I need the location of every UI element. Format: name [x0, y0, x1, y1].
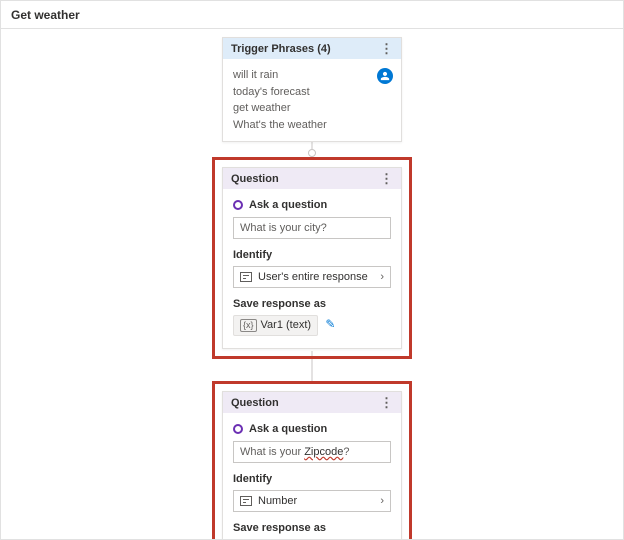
question-body: Ask a question What is your Zipcode? Ide…: [223, 413, 401, 540]
question-bullet-icon: [233, 424, 243, 434]
trigger-phrase: today's forecast: [233, 84, 391, 101]
topbar: Get weather: [1, 1, 623, 29]
more-icon[interactable]: ⋮: [380, 396, 393, 409]
question-node[interactable]: Question ⋮ Ask a question Identify User'…: [222, 167, 402, 349]
more-icon[interactable]: ⋮: [380, 172, 393, 185]
question-header-title: Question: [231, 397, 279, 409]
identify-label: Identify: [233, 473, 391, 485]
page-title: Get weather: [11, 8, 80, 22]
save-response-label: Save response as: [233, 522, 391, 534]
authoring-canvas[interactable]: + Trigger Phrases (4) ⋮ will it rain tod…: [1, 29, 623, 539]
user-icon: [377, 68, 393, 84]
question-bullet-icon: [233, 200, 243, 210]
question-text-input[interactable]: [233, 217, 391, 239]
spellcheck-word: Zipcode: [304, 446, 343, 458]
more-icon[interactable]: ⋮: [380, 42, 393, 55]
ask-question-row: Ask a question: [233, 199, 391, 211]
question-body: Ask a question Identify User's entire re…: [223, 189, 401, 348]
edit-variable-icon[interactable]: ✎: [325, 317, 335, 331]
chevron-right-icon: ›: [380, 495, 384, 507]
save-response-label: Save response as: [233, 298, 391, 310]
app-frame: Get weather + Trigger Phrases (4) ⋮ will…: [0, 0, 624, 540]
identify-value: Number: [258, 495, 297, 507]
question-text-input[interactable]: What is your Zipcode?: [233, 441, 391, 463]
ask-question-label: Ask a question: [249, 423, 327, 435]
node-header: Question ⋮: [223, 168, 401, 189]
identify-select[interactable]: User's entire response ›: [233, 266, 391, 288]
node-header: Trigger Phrases (4) ⋮: [223, 38, 401, 59]
question-suffix: ?: [343, 446, 349, 458]
identify-value: User's entire response: [258, 271, 368, 283]
variable-name: Var1 (text): [261, 319, 312, 331]
identify-label: Identify: [233, 249, 391, 261]
trigger-phrase: get weather: [233, 100, 391, 117]
entity-icon: [240, 272, 252, 282]
question-prefix: What is your: [240, 446, 304, 458]
entity-icon: [240, 496, 252, 506]
question-node[interactable]: Question ⋮ Ask a question What is your Z…: [222, 391, 402, 540]
ask-question-row: Ask a question: [233, 423, 391, 435]
highlight-box: Question ⋮ Ask a question What is your Z…: [212, 381, 412, 540]
variable-row: {x} Var1 (text) ✎: [233, 315, 391, 336]
identify-select[interactable]: Number ›: [233, 490, 391, 512]
node-header: Question ⋮: [223, 392, 401, 413]
highlight-box: Question ⋮ Ask a question Identify User'…: [212, 157, 412, 359]
question-header-title: Question: [231, 173, 279, 185]
trigger-phrase: What's the weather: [233, 117, 391, 134]
chevron-right-icon: ›: [380, 271, 384, 283]
trigger-phrases-node[interactable]: Trigger Phrases (4) ⋮ will it rain today…: [222, 37, 402, 142]
ask-question-label: Ask a question: [249, 199, 327, 211]
variable-chip[interactable]: {x} Var1 (text): [233, 315, 318, 336]
variable-icon: {x}: [240, 319, 257, 332]
trigger-header-title: Trigger Phrases (4): [231, 43, 331, 55]
trigger-body: will it rain today's forecast get weathe…: [223, 59, 401, 141]
trigger-phrase: will it rain: [233, 67, 391, 84]
connector-port: [308, 149, 316, 157]
